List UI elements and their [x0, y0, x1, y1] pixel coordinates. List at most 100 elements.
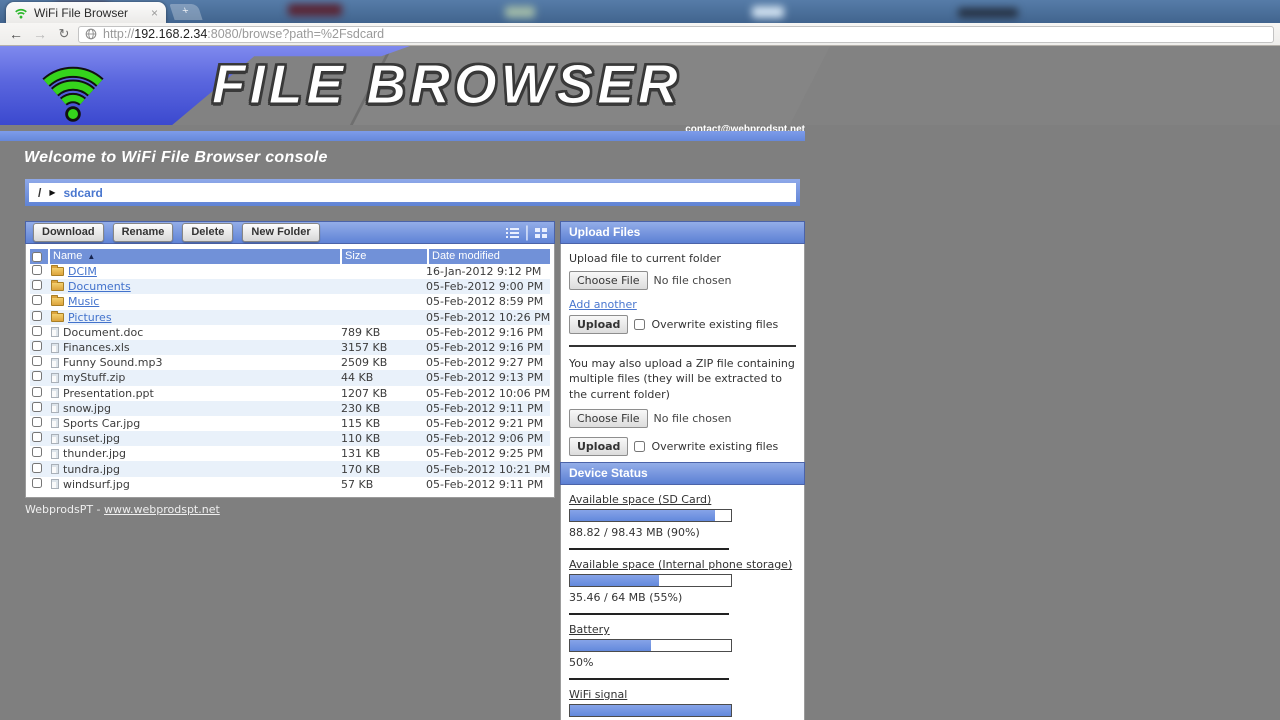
- choose-zip-file-button[interactable]: Choose File: [569, 409, 648, 428]
- breadcrumb-current-sdcard[interactable]: sdcard: [64, 186, 103, 200]
- back-button[interactable]: ←: [6, 26, 26, 42]
- status-label: Available space (Internal phone storage): [569, 558, 796, 571]
- list-view-icon[interactable]: [506, 228, 519, 238]
- view-toggle-group: |: [506, 224, 547, 242]
- row-checkbox[interactable]: [32, 280, 42, 290]
- row-checkbox[interactable]: [32, 265, 42, 275]
- new-tab-button[interactable]: +: [169, 4, 202, 20]
- folder-link[interactable]: DCIM: [68, 265, 97, 278]
- table-row: Pictures05-Feb-2012 10:26 PM: [30, 310, 550, 325]
- header-size[interactable]: Size: [342, 249, 427, 264]
- row-checkbox[interactable]: [32, 478, 42, 488]
- overwrite-zip-label: Overwrite existing files: [651, 440, 778, 453]
- file-icon: [51, 449, 59, 459]
- file-icon: [51, 418, 59, 428]
- file-date-modified: 05-Feb-2012 9:00 PM: [423, 280, 550, 293]
- row-checkbox[interactable]: [32, 295, 42, 305]
- rename-button[interactable]: Rename: [113, 223, 174, 242]
- file-icon: [51, 479, 59, 489]
- row-checkbox[interactable]: [32, 402, 42, 412]
- url-path: :8080/browse?path=%2Fsdcard: [207, 27, 384, 41]
- select-all-checkbox[interactable]: [32, 252, 42, 262]
- file-icon: [51, 388, 59, 398]
- file-table-header: Name▲ Size Date modified: [30, 249, 550, 264]
- file-toolbar: Download Rename Delete New Folder |: [25, 221, 555, 244]
- overwrite-checkbox[interactable]: [634, 319, 645, 330]
- overwrite-zip-checkbox[interactable]: [634, 441, 645, 452]
- sort-ascending-icon: ▲: [87, 249, 95, 264]
- upload-panel-body: Upload file to current folder Choose Fil…: [560, 244, 805, 469]
- status-divider: [569, 678, 729, 680]
- file-icon: [51, 373, 59, 383]
- forward-button[interactable]: →: [30, 26, 50, 42]
- progress-bar-fill: [570, 510, 715, 521]
- breadcrumb-root[interactable]: /: [38, 186, 41, 200]
- row-checkbox[interactable]: [32, 417, 42, 427]
- desktop-blur-decoration: [505, 6, 535, 18]
- folder-icon: [51, 282, 64, 291]
- file-name: tundra.jpg: [63, 463, 120, 476]
- row-checkbox[interactable]: [32, 447, 42, 457]
- status-value-text: 35.46 / 64 MB (55%): [569, 591, 796, 604]
- upload-button[interactable]: Upload: [569, 315, 628, 334]
- row-checkbox[interactable]: [32, 387, 42, 397]
- table-row: tundra.jpg 170 KB05-Feb-2012 10:21 PM: [30, 461, 550, 476]
- row-checkbox[interactable]: [32, 341, 42, 351]
- download-button[interactable]: Download: [33, 223, 104, 242]
- add-another-link[interactable]: Add another: [569, 298, 637, 311]
- address-bar[interactable]: http://192.168.2.34:8080/browse?path=%2F…: [78, 26, 1274, 43]
- file-icon: [51, 327, 59, 337]
- file-date-modified: 05-Feb-2012 9:16 PM: [423, 326, 550, 339]
- file-icon: [51, 434, 59, 444]
- tab-close-icon[interactable]: ×: [151, 7, 158, 19]
- file-size: 44 KB: [338, 371, 423, 384]
- file-size: 2509 KB: [338, 356, 423, 369]
- file-date-modified: 05-Feb-2012 9:13 PM: [423, 371, 550, 384]
- view-separator: |: [525, 224, 529, 242]
- file-date-modified: 05-Feb-2012 9:25 PM: [423, 447, 550, 460]
- folder-icon: [51, 267, 64, 276]
- file-date-modified: 16-Jan-2012 9:12 PM: [423, 265, 550, 278]
- app-logo-title: FILE BROWSER: [212, 52, 682, 116]
- row-checkbox[interactable]: [32, 371, 42, 381]
- row-checkbox[interactable]: [32, 463, 42, 473]
- upload-intro-text: Upload file to current folder: [569, 252, 796, 265]
- file-browser-panel: Download Rename Delete New Folder | Name…: [25, 221, 555, 498]
- table-row: Documents 05-Feb-2012 9:00 PM: [30, 279, 550, 294]
- footer-text: WebprodsPT -: [25, 503, 104, 516]
- upload-panel-title: Upload Files: [560, 221, 805, 244]
- row-checkbox[interactable]: [32, 356, 42, 366]
- row-checkbox[interactable]: [32, 432, 42, 442]
- file-size: 789 KB: [338, 326, 423, 339]
- url-host: 192.168.2.34: [134, 27, 207, 41]
- file-size: 170 KB: [338, 463, 423, 476]
- globe-icon: [85, 28, 97, 40]
- folder-link[interactable]: Music: [68, 295, 99, 308]
- folder-link[interactable]: Documents: [68, 280, 131, 293]
- upload-zip-button[interactable]: Upload: [569, 437, 628, 456]
- device-status-body: Available space (SD Card)88.82 / 98.43 M…: [560, 485, 805, 720]
- choose-file-button[interactable]: Choose File: [569, 271, 648, 290]
- upload-files-panel: Upload Files Upload file to current fold…: [560, 221, 805, 469]
- browser-tab[interactable]: WiFi File Browser ×: [6, 2, 166, 23]
- header-name[interactable]: Name▲: [50, 249, 340, 264]
- footer-link[interactable]: www.webprodspt.net: [104, 503, 220, 516]
- header-date[interactable]: Date modified: [429, 249, 550, 264]
- file-name: windsurf.jpg: [63, 478, 130, 491]
- table-row: Document.doc789 KB05-Feb-2012 9:16 PM: [30, 325, 550, 340]
- new-folder-button[interactable]: New Folder: [242, 223, 319, 242]
- wifi-logo-icon: [14, 50, 132, 122]
- zip-upload-note: You may also upload a ZIP file containin…: [569, 356, 796, 402]
- grid-view-icon[interactable]: [535, 228, 547, 238]
- table-row: Funny Sound.mp32509 KB05-Feb-2012 9:27 P…: [30, 355, 550, 370]
- folder-link[interactable]: Pictures: [68, 311, 112, 324]
- header-size-label: Size: [345, 249, 366, 264]
- row-checkbox[interactable]: [32, 311, 42, 321]
- file-date-modified: 05-Feb-2012 10:21 PM: [423, 463, 550, 476]
- breadcrumb-container: / ▶ sdcard: [25, 179, 800, 206]
- row-checkbox[interactable]: [32, 326, 42, 336]
- url-scheme: http://: [103, 27, 134, 41]
- welcome-heading: Welcome to WiFi File Browser console: [24, 149, 328, 167]
- delete-button[interactable]: Delete: [182, 223, 233, 242]
- reload-button[interactable]: ↻: [54, 26, 74, 42]
